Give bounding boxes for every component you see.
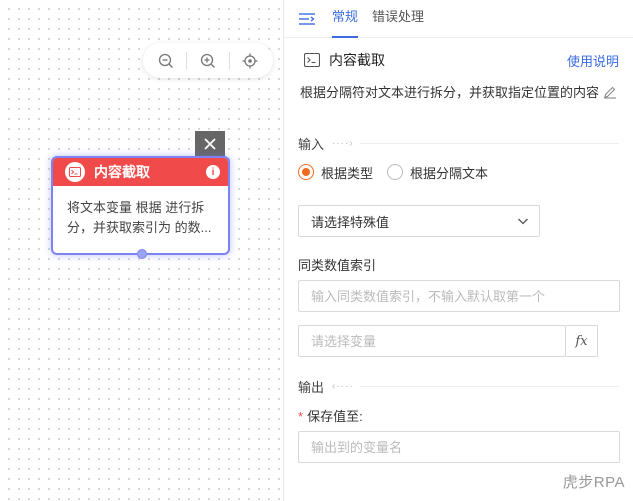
locate-icon[interactable]	[237, 48, 263, 74]
arrow-right-icon: ····›	[332, 138, 354, 149]
output-variable-input[interactable]	[298, 431, 620, 463]
delete-node-button[interactable]	[195, 131, 225, 157]
terminal-icon	[65, 162, 85, 182]
radio-by-separator[interactable]: 根据分隔文本	[387, 163, 488, 182]
collapse-panel-icon[interactable]	[298, 11, 316, 27]
node-body: 将文本变量 根据 进行拆 分，并获取索引为 的数...	[53, 186, 228, 238]
variable-input[interactable]	[298, 325, 566, 357]
select-value: 请选择特殊值	[311, 214, 390, 230]
terminal-icon	[304, 53, 320, 67]
panel-tabs: 常规 错误处理	[284, 0, 633, 38]
radio-circle	[298, 164, 314, 180]
radio-label: 根据分隔文本	[410, 165, 489, 181]
toolbar-divider	[228, 51, 230, 70]
save-label: * 保存值至:	[298, 406, 619, 425]
node-header: 内容截取 i	[53, 158, 228, 186]
workflow-node[interactable]: 内容截取 i 将文本变量 根据 进行拆 分，并获取索引为 的数...	[51, 156, 230, 259]
node-body-line: 将文本变量 根据 进行拆	[67, 200, 205, 215]
zoom-in-icon[interactable]	[195, 48, 221, 74]
node-title: 内容截取	[94, 164, 150, 180]
watermark: 虎步RPA	[562, 474, 625, 491]
radio-label: 根据类型	[321, 165, 374, 181]
help-link[interactable]: 使用说明	[567, 51, 619, 70]
edit-icon[interactable]	[603, 85, 617, 99]
arrow-left-icon: ‹····	[332, 381, 354, 392]
index-label: 同类数值索引	[298, 258, 377, 273]
tab-error-handling[interactable]: 错误处理	[372, 0, 424, 38]
input-section-title: 输入	[298, 137, 325, 152]
divider	[359, 143, 619, 144]
divider	[359, 386, 619, 387]
index-input[interactable]	[298, 280, 620, 312]
panel-content: 内容截取 使用说明 根据分隔符对文本进行拆分，并获取指定位置的内容 输入 ···…	[284, 38, 633, 463]
required-star: *	[298, 409, 304, 424]
description-text: 根据分隔符对文本进行拆分，并获取指定位置的内容	[300, 85, 600, 100]
mode-radio-group: 根据类型 根据分隔文本	[298, 161, 619, 183]
panel-title-row: 内容截取 使用说明	[298, 38, 619, 82]
radio-by-type[interactable]: 根据类型	[298, 163, 373, 182]
zoom-out-icon[interactable]	[153, 48, 179, 74]
output-section-label: 输出 ‹····	[298, 377, 619, 396]
close-icon	[204, 138, 216, 150]
properties-panel: 常规 错误处理 内容截取 使用说明 根据分隔符对文本进行拆分，并获取指定位置的内…	[283, 0, 633, 501]
tab-general[interactable]: 常规	[332, 0, 359, 38]
zoom-toolbar	[143, 43, 273, 78]
panel-title: 内容截取	[329, 52, 385, 68]
info-icon[interactable]: i	[206, 165, 220, 179]
variable-row: fx	[298, 325, 619, 357]
node-output-port[interactable]	[137, 249, 147, 259]
toolbar-divider	[186, 51, 188, 70]
save-label-text: 保存值至:	[307, 409, 363, 424]
chevron-down-icon	[518, 218, 528, 225]
description: 根据分隔符对文本进行拆分，并获取指定位置的内容	[300, 82, 619, 104]
workflow-canvas[interactable]: 内容截取 i 将文本变量 根据 进行拆 分，并获取索引为 的数...	[0, 0, 283, 501]
node-body-line: 分，并获取索引为 的数...	[67, 220, 212, 235]
output-section-title: 输出	[298, 380, 325, 395]
special-value-select[interactable]: 请选择特殊值	[298, 205, 540, 237]
radio-circle	[387, 164, 404, 180]
fx-button[interactable]: fx	[566, 325, 598, 357]
input-section-label: 输入 ····›	[298, 134, 619, 153]
